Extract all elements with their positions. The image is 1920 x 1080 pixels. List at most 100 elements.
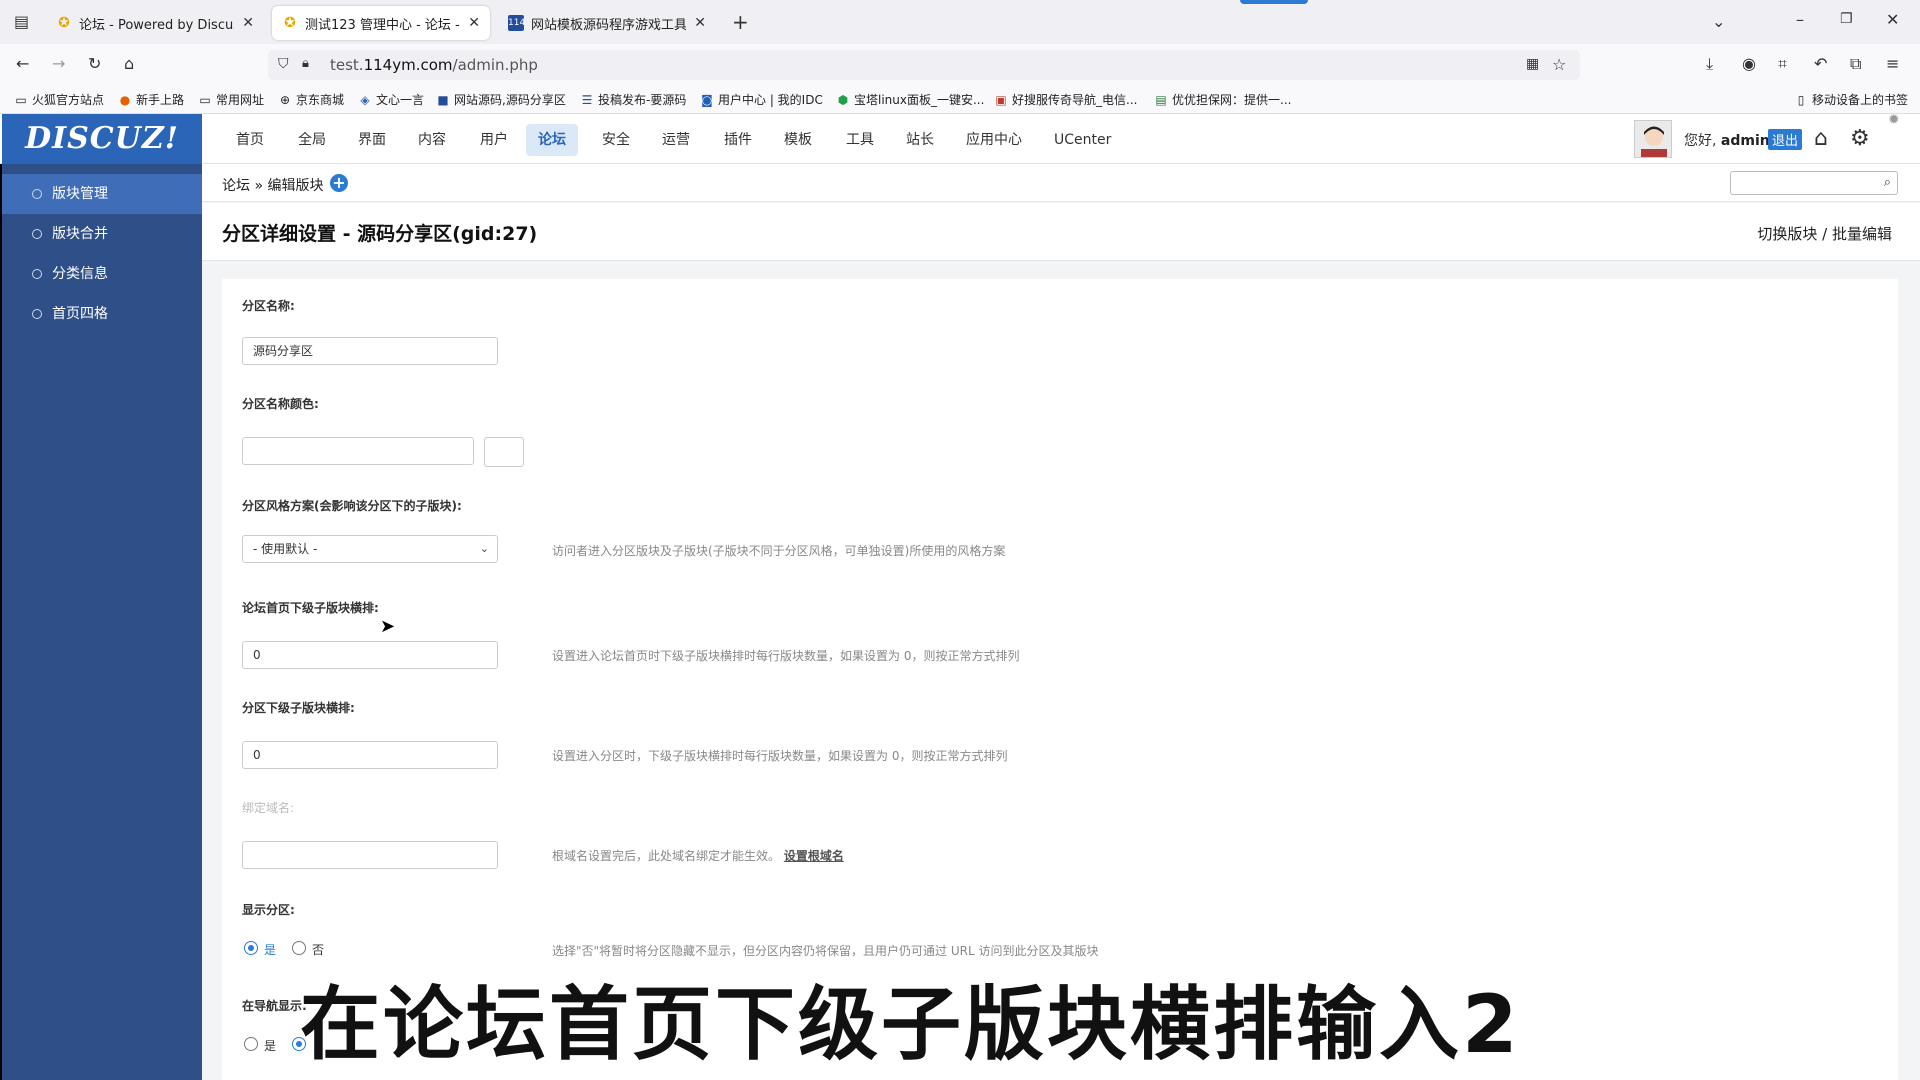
search-input[interactable]: ⌕ xyxy=(1730,171,1898,195)
address-bar[interactable]: ⛉ 🔒︎ test.114ym.com/admin.php ▦ ☆ xyxy=(268,50,1580,80)
home-icon[interactable]: ⌂ xyxy=(124,54,134,73)
show-yes-label[interactable]: 是 xyxy=(264,941,276,958)
qr-code-icon[interactable]: ▦ xyxy=(1526,56,1539,72)
chevron-down-icon[interactable]: ⌄ xyxy=(1712,12,1725,31)
tab-templates[interactable]: 114 网站模板源码程序游戏工具软件 ✕ xyxy=(498,6,716,40)
nav-home[interactable]: 首页 xyxy=(224,124,276,156)
show-no-label[interactable]: 否 xyxy=(312,941,324,958)
minimize-icon[interactable]: – xyxy=(1796,10,1804,29)
title-bar: 分区详细设置 - 源码分享区(gid:27) 切换版块 / 批量编辑 xyxy=(202,203,1920,261)
reload-icon[interactable]: ↻ xyxy=(88,54,101,73)
discuz-favicon-icon: ✪ xyxy=(284,15,296,31)
star-icon[interactable]: ☆ xyxy=(1552,55,1566,74)
undo-icon[interactable]: ↶ xyxy=(1814,54,1827,73)
set-root-domain-link[interactable]: 设置根域名 xyxy=(784,849,844,863)
tab-forum[interactable]: ✪ 论坛 - Powered by Discuz! ✕ xyxy=(46,6,264,40)
tab-title: 测试123 管理中心 - 论坛 - 编辑 xyxy=(305,17,460,33)
shield-icon[interactable]: ⛉ xyxy=(278,56,289,72)
show-yes-radio[interactable] xyxy=(244,941,258,955)
sidebar-item-thread-types[interactable]: 分类信息 xyxy=(2,254,202,294)
bookmark-item[interactable]: ▭ 火狐官方站点 xyxy=(14,91,104,108)
name-input[interactable]: 源码分享区 xyxy=(242,337,498,365)
close-icon[interactable]: ✕ xyxy=(242,15,254,31)
forward-icon[interactable]: → xyxy=(52,54,65,73)
haosou-icon: ▣ xyxy=(995,92,1007,107)
nav-global[interactable]: 全局 xyxy=(286,124,338,156)
index-cols-input[interactable]: 0 xyxy=(242,641,498,669)
menu-icon[interactable]: ≡ xyxy=(1886,54,1899,73)
sub-cols-input[interactable]: 0 xyxy=(242,741,498,769)
bullet-icon xyxy=(32,189,42,199)
nav-security[interactable]: 安全 xyxy=(590,124,642,156)
bookmark-item[interactable]: ● 新手上路 xyxy=(118,91,184,108)
nav-operation[interactable]: 运营 xyxy=(650,124,702,156)
show-no-radio[interactable] xyxy=(292,941,306,955)
domain-tip: 根域名设置完后，此处域名绑定才能生效。 设置根域名 xyxy=(552,849,844,863)
new-tab-icon[interactable]: + xyxy=(732,10,749,34)
nav-forum[interactable]: 论坛 xyxy=(526,124,578,156)
firefox-icon: ● xyxy=(119,92,131,107)
tab-list-icon[interactable]: ▤ xyxy=(14,12,29,31)
discuz-logo[interactable]: DISCUZ! xyxy=(2,114,202,164)
bookmark-item[interactable]: ☰ 投稿发布-要源码 xyxy=(580,91,687,108)
bookmark-item[interactable]: ▭ 常用网址 xyxy=(198,91,264,108)
nav-template[interactable]: 模板 xyxy=(772,124,824,156)
account-icon[interactable]: ◉ xyxy=(1742,54,1756,73)
admin-header: DISCUZ! 首页 全局 界面 内容 用户 论坛 安全 运营 插件 模板 工具… xyxy=(0,112,1920,164)
color-picker-button[interactable] xyxy=(484,437,524,467)
bookmark-item[interactable]: ⬢ 宝塔linux面板_一键安... xyxy=(836,91,985,108)
nav-app-center[interactable]: 应用中心 xyxy=(954,124,1034,156)
close-icon[interactable]: ✕ xyxy=(468,15,480,31)
folder-icon: ▭ xyxy=(15,92,27,107)
bookmark-item[interactable]: ■ 网站源码,源码分享区 xyxy=(436,91,566,108)
domain-input[interactable] xyxy=(242,841,498,869)
nav-tools[interactable]: 工具 xyxy=(834,124,886,156)
nav-content[interactable]: 内容 xyxy=(406,124,458,156)
lock-icon[interactable]: 🔒︎ xyxy=(302,56,309,71)
bookmark-item[interactable]: ◈ 文心一言 xyxy=(358,91,424,108)
nav-ucenter[interactable]: UCenter xyxy=(1042,124,1123,156)
nav-yes-label[interactable]: 是 xyxy=(264,1037,276,1054)
sidebar-item-index-grid[interactable]: 首页四格 xyxy=(2,294,202,334)
color-input[interactable] xyxy=(242,437,474,465)
logout-button[interactable]: 退出 xyxy=(1768,129,1803,150)
search-icon[interactable]: ⌕ xyxy=(1884,175,1891,190)
gear-icon[interactable]: ⚙ xyxy=(1850,126,1870,151)
bookmark-item[interactable]: ◙ 用户中心 | 我的IDC xyxy=(700,91,823,108)
sun-icon[interactable]: ✹ xyxy=(1888,112,1900,128)
back-icon[interactable]: ← xyxy=(16,54,29,73)
tab-title: 论坛 - Powered by Discuz! xyxy=(79,17,235,33)
nav-plugin[interactable]: 插件 xyxy=(712,124,764,156)
download-icon[interactable]: ⤓ xyxy=(1706,54,1713,74)
sidebar-item-forum-manage[interactable]: 版块管理 xyxy=(2,174,202,214)
crop-icon[interactable]: ⌗ xyxy=(1778,54,1787,74)
restore-icon[interactable]: ❐ xyxy=(1840,11,1853,27)
nav-yes-radio[interactable] xyxy=(244,1037,258,1051)
switch-batch-edit-link[interactable]: 切换版块 / 批量编辑 xyxy=(1757,223,1892,244)
video-caption: 在论坛首页下级子版块横排输入2 xyxy=(300,978,1521,1071)
chevron-down-icon: ⌄ xyxy=(479,542,489,555)
extensions-icon[interactable]: ⧉ xyxy=(1850,54,1861,74)
breadcrumb[interactable]: 论坛 » 编辑版块 xyxy=(222,175,323,195)
bookmark-item[interactable]: ⊕ 京东商城 xyxy=(278,91,344,108)
tab-admin[interactable]: ✪ 测试123 管理中心 - 论坛 - 编辑 ✕ xyxy=(272,6,490,40)
nav-interface[interactable]: 界面 xyxy=(346,124,398,156)
discuz-favicon-icon: ✪ xyxy=(58,15,70,31)
avatar-icon xyxy=(1635,121,1671,157)
nav-webmaster[interactable]: 站长 xyxy=(894,124,946,156)
home-icon[interactable]: ⌂ xyxy=(1814,126,1828,151)
color-label: 分区名称颜色: xyxy=(242,397,319,411)
style-select[interactable]: - 使用默认 - ⌄ xyxy=(242,535,498,563)
sidebar-item-forum-merge[interactable]: 版块合并 xyxy=(2,214,202,254)
nav-user[interactable]: 用户 xyxy=(468,124,520,156)
add-icon[interactable]: + xyxy=(330,174,348,192)
style-label: 分区风格方案(会影响该分区下的子版块): xyxy=(242,499,462,513)
close-icon[interactable]: ✕ xyxy=(694,15,706,31)
window-close-icon[interactable]: ✕ xyxy=(1886,10,1899,29)
bookmark-item[interactable]: ▣ 好搜服传奇导航_电信... xyxy=(994,91,1137,108)
mobile-bookmarks[interactable]: ▯ 移动设备上的书签 xyxy=(1794,91,1908,108)
mouse-cursor-icon: ➤ xyxy=(380,616,396,637)
sub-cols-label: 分区下级子版块横排: xyxy=(242,701,355,715)
bookmark-item[interactable]: ▤ 优优担保网：提供一... xyxy=(1154,91,1291,108)
avatar[interactable] xyxy=(1634,120,1672,158)
